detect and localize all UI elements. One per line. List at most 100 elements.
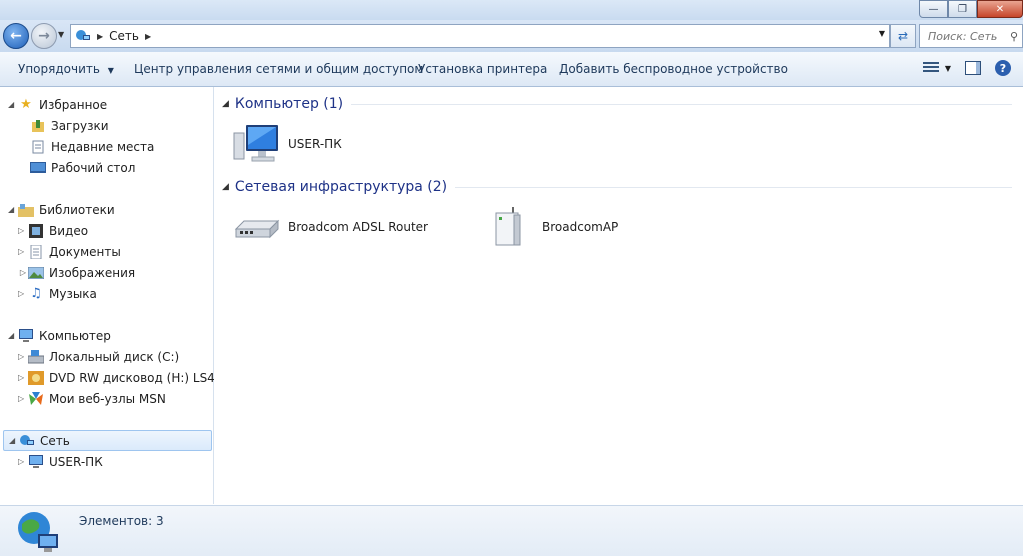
back-button[interactable]: ← — [3, 23, 29, 49]
expanded-arrow-icon[interactable]: ◢ — [8, 205, 18, 214]
item-broadcom-adsl-router[interactable]: Broadcom ADSL Router — [232, 207, 428, 247]
star-icon: ★ — [20, 97, 32, 112]
downloads-folder-icon — [30, 118, 46, 134]
expanded-arrow-icon[interactable]: ◢ — [9, 436, 19, 445]
address-dropdown-icon[interactable]: ▼ — [879, 29, 885, 38]
nav-item-images[interactable]: ▷ Изображения — [18, 263, 135, 282]
collapsed-arrow-icon[interactable]: ▷ — [18, 457, 28, 466]
music-icon: ♫ — [30, 286, 42, 301]
item-broadcomap[interactable]: BroadcomAP — [486, 207, 618, 247]
network-globe-icon — [18, 512, 58, 552]
nav-item-music[interactable]: ▷ ♫ Музыка — [18, 284, 97, 303]
title-bar: — ❐ ✕ — [0, 0, 1023, 20]
recent-places-icon — [30, 139, 46, 155]
nav-label: USER-ПК — [49, 454, 103, 469]
nav-label: Компьютер — [39, 328, 111, 343]
command-bar: Упорядочить ▼ Центр управления сетями и … — [0, 52, 1023, 87]
network-center-button[interactable]: Центр управления сетями и общим доступом — [134, 62, 423, 76]
help-icon[interactable]: ? — [995, 60, 1011, 76]
nav-label: Изображения — [49, 265, 136, 280]
add-wireless-device-button[interactable]: Добавить беспроводное устройство — [559, 62, 788, 76]
minimize-button[interactable]: — — [919, 0, 948, 18]
group-title: Сетевая инфраструктура (2) — [234, 179, 448, 195]
breadcrumb-separator-icon[interactable]: ▶ — [145, 32, 151, 41]
breadcrumb-network[interactable]: Сеть — [109, 29, 139, 43]
nav-item-computer[interactable]: ◢ Компьютер — [8, 326, 111, 345]
item-user-pc[interactable]: USER-ПК — [232, 123, 342, 165]
expanded-arrow-icon[interactable]: ◢ — [8, 100, 18, 109]
collapsed-arrow-icon[interactable]: ▷ — [18, 394, 28, 403]
nav-item-msn[interactable]: ▷ Мои веб-узлы MSN — [18, 389, 166, 408]
collapse-group-icon[interactable]: ◢ — [222, 182, 229, 192]
nav-item-local-disk[interactable]: ▷ Локальный диск (C:) — [18, 347, 179, 366]
item-label: USER-ПК — [288, 137, 342, 151]
nav-label: DVD RW дисковод (H:) LS400W — [49, 370, 242, 385]
forward-button[interactable]: → — [31, 23, 57, 49]
collapsed-arrow-icon[interactable]: ▷ — [18, 352, 28, 361]
search-input[interactable] — [920, 28, 1010, 44]
maximize-button[interactable]: ❐ — [948, 0, 977, 18]
nav-label: Документы — [49, 244, 121, 259]
group-header-computer[interactable]: ◢ Компьютер (1) — [222, 96, 1012, 112]
nav-label: Библиотеки — [39, 202, 115, 217]
chevron-down-icon: ▼ — [107, 66, 114, 75]
item-label: Broadcom ADSL Router — [288, 220, 428, 234]
network-icon — [76, 30, 90, 40]
nav-item-favorites[interactable]: ◢ ★ Избранное — [8, 95, 107, 114]
group-divider — [351, 103, 1012, 105]
expanded-arrow-icon[interactable]: ◢ — [8, 331, 18, 340]
nav-label: Локальный диск (C:) — [49, 349, 180, 364]
network-icon — [19, 433, 35, 449]
close-button[interactable]: ✕ — [977, 0, 1023, 18]
breadcrumb-separator-icon[interactable]: ▶ — [97, 32, 103, 41]
nav-item-network[interactable]: ◢ Сеть — [3, 430, 212, 451]
organize-button[interactable]: Упорядочить ▼ — [18, 62, 114, 76]
refresh-icon: ⇄ — [897, 29, 909, 43]
content-area: ◢ Компьютер (1) USER-ПК ◢ Сетевая инфрас… — [214, 87, 1023, 504]
search-icon[interactable]: ⚲ — [1010, 30, 1018, 43]
collapsed-arrow-icon[interactable]: ▷ — [18, 265, 28, 281]
nav-item-desktop[interactable]: Рабочий стол — [30, 158, 135, 177]
change-view-button[interactable]: ▼ — [922, 62, 951, 74]
nav-item-recent[interactable]: Недавние места — [30, 137, 154, 156]
add-printer-button[interactable]: Установка принтера — [418, 62, 547, 76]
group-title: Компьютер (1) — [234, 96, 344, 112]
view-controls: ▼ ? — [922, 60, 1011, 76]
item-count: Элементов: 3 — [79, 514, 164, 528]
navigation-pane: ◢ ★ Избранное Загрузки Недавние места Ра… — [0, 87, 242, 504]
msn-butterfly-icon — [28, 391, 44, 407]
collapse-group-icon[interactable]: ◢ — [222, 99, 229, 109]
nav-item-libraries[interactable]: ◢ Библиотеки — [8, 200, 115, 219]
navigation-bar: ← → ▼ ▶ Сеть ▶ ▼ ⇄ ⚲ — [0, 20, 1023, 52]
back-arrow-icon: ← — [10, 28, 22, 44]
item-label: BroadcomAP — [542, 220, 619, 234]
collapsed-arrow-icon[interactable]: ▷ — [18, 226, 28, 235]
nav-item-documents[interactable]: ▷ Документы — [18, 242, 121, 261]
address-bar[interactable]: ▶ Сеть ▶ ▼ — [70, 24, 890, 48]
collapsed-arrow-icon[interactable]: ▷ — [18, 247, 28, 256]
preview-pane-icon[interactable] — [965, 61, 981, 75]
refresh-button[interactable]: ⇄ — [890, 24, 916, 48]
nav-label: Недавние места — [51, 139, 155, 154]
computer-icon — [18, 328, 34, 344]
desktop-icon — [30, 160, 46, 176]
router-icon — [234, 219, 280, 239]
chevron-down-icon: ▼ — [944, 63, 951, 73]
organize-label: Упорядочить — [18, 62, 100, 76]
nav-label: Сеть — [40, 433, 70, 448]
documents-icon — [28, 244, 44, 260]
collapsed-arrow-icon[interactable]: ▷ — [18, 289, 28, 298]
nav-label: Видео — [49, 223, 89, 238]
hard-disk-icon — [28, 349, 44, 365]
collapsed-arrow-icon[interactable]: ▷ — [18, 373, 28, 382]
nav-item-dvd[interactable]: ▷ DVD RW дисковод (H:) LS400W — [18, 368, 242, 387]
nav-item-user-pc[interactable]: ▷ USER-ПК — [18, 452, 103, 471]
group-header-infrastructure[interactable]: ◢ Сетевая инфраструктура (2) — [222, 179, 1012, 195]
recent-pages-dropdown[interactable]: ▼ — [58, 30, 64, 39]
caption-buttons: — ❐ ✕ — [919, 0, 1023, 18]
nav-item-video[interactable]: ▷ Видео — [18, 221, 88, 240]
search-box[interactable]: ⚲ — [919, 24, 1023, 48]
access-point-icon — [495, 207, 521, 246]
nav-item-downloads[interactable]: Загрузки — [30, 116, 109, 135]
forward-arrow-icon: → — [38, 28, 50, 44]
